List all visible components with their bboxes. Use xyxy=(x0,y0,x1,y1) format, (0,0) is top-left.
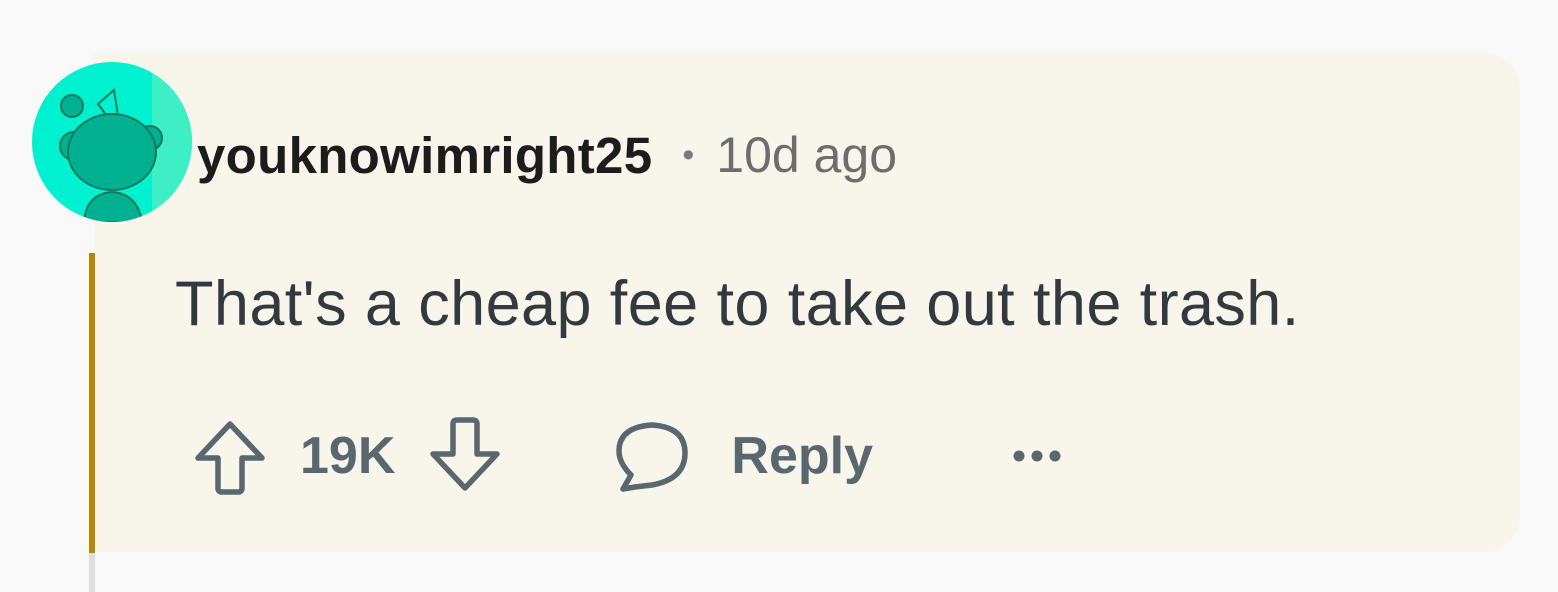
comment-body: That's a cheap fee to take out the trash… xyxy=(175,269,1300,339)
downvote-button[interactable] xyxy=(425,416,505,496)
comment-header: youknowimright25 • 10d ago xyxy=(197,124,897,186)
upvote-button[interactable] xyxy=(190,416,270,496)
upvote-arrow-icon xyxy=(195,421,265,495)
user-avatar[interactable] xyxy=(32,62,192,222)
ellipsis-icon xyxy=(1013,450,1061,462)
gutter-gap xyxy=(89,222,95,253)
thread-line xyxy=(89,552,95,592)
downvote-arrow-icon xyxy=(430,417,501,491)
comment-bubble-icon xyxy=(616,422,689,492)
vote-score: 19K xyxy=(300,427,396,485)
comment-timestamp[interactable]: 10d ago xyxy=(716,126,897,184)
comment-author[interactable]: youknowimright25 xyxy=(197,126,652,185)
reply-button[interactable]: Reply xyxy=(613,417,873,495)
comment-actions: 19K Reply xyxy=(190,410,1063,502)
more-options-button[interactable] xyxy=(1011,446,1063,466)
thread-collapse-line[interactable] xyxy=(89,253,95,553)
snoo-avatar-icon xyxy=(59,62,192,222)
header-separator: • xyxy=(682,135,695,174)
reply-label: Reply xyxy=(731,427,874,485)
